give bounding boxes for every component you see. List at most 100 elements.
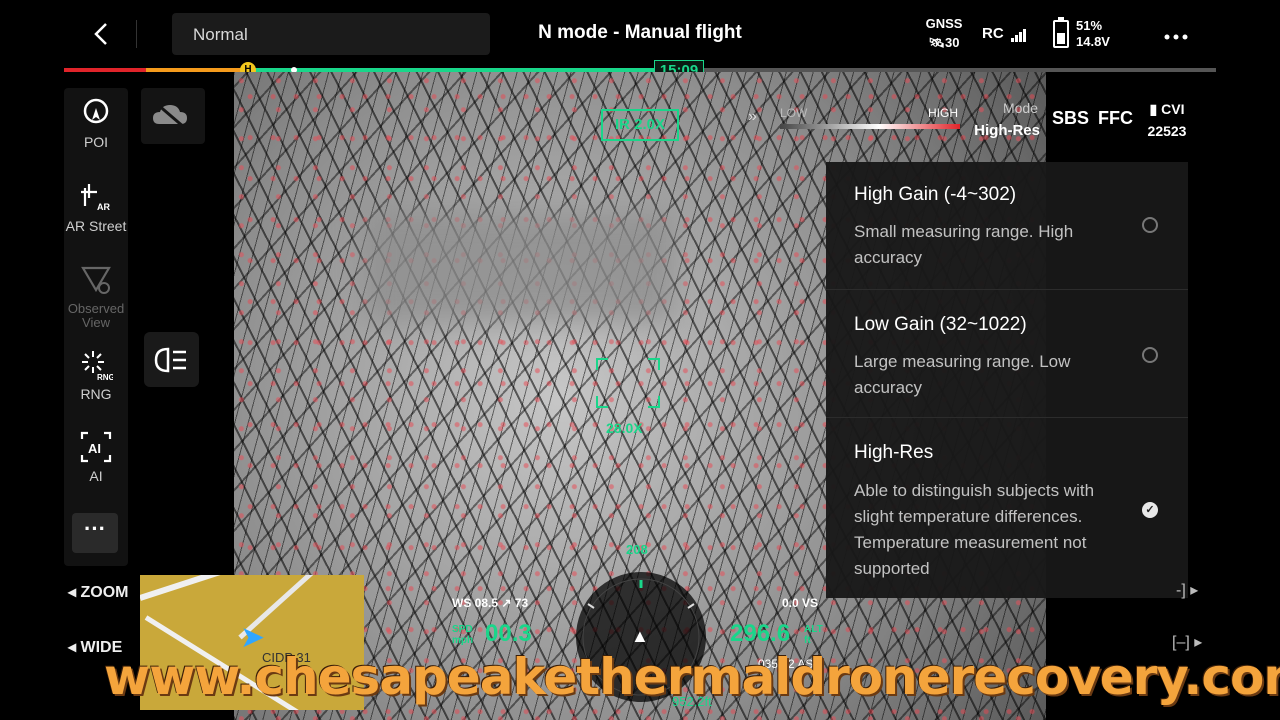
- cloud-off-icon: [153, 102, 187, 130]
- expand-right-button[interactable]: -] ▸: [1176, 580, 1198, 600]
- sbs-button[interactable]: SBS: [1052, 108, 1089, 129]
- speed-unit-top: SPD: [452, 624, 473, 635]
- sidebar-item-label: AI: [89, 468, 103, 484]
- wind-speed: WS 08.5 ↗ 73: [452, 596, 528, 610]
- ffc-button[interactable]: FFC: [1098, 108, 1133, 129]
- battery-status: 51% 14.8V: [1076, 18, 1110, 50]
- battery-icon[interactable]: [1053, 17, 1069, 48]
- more-icon: [1164, 34, 1188, 40]
- blurred-region: [364, 212, 674, 322]
- top-bar: Normal N mode - Manual flight GNSS 🛰30 R…: [0, 0, 1280, 68]
- gnss-count: 30: [945, 35, 960, 50]
- svg-text:RNG: RNG: [97, 373, 113, 382]
- speed-unit-bottom: mph: [452, 635, 474, 646]
- sidebar-more-button[interactable]: ···: [72, 513, 118, 553]
- battery-fill: [1057, 32, 1065, 44]
- back-button[interactable]: [86, 18, 116, 50]
- zoom-label: ZOOM: [80, 584, 129, 601]
- sidebar-item-observed-view[interactable]: Observed View: [64, 264, 128, 330]
- cvi-label-row: ▮ CVI: [1142, 98, 1192, 120]
- sidebar-item-ar-street[interactable]: AR AR Street: [64, 180, 128, 234]
- gain-option-title: Low Gain (32~1022): [854, 314, 1027, 335]
- timeline-red-segment: [64, 68, 146, 72]
- radio-unselected[interactable]: [1142, 217, 1158, 233]
- ir-zoom-indicator[interactable]: IR 2.0X: [601, 109, 679, 141]
- gain-option-description: Able to distinguish subjects with slight…: [854, 481, 1095, 578]
- svg-text:AR: AR: [97, 202, 110, 212]
- horizontal-speed: 00.3: [485, 620, 532, 647]
- wind-direction: 73: [514, 596, 529, 610]
- gnss-label: GNSS: [925, 16, 963, 31]
- rng-icon: RNG: [79, 348, 115, 382]
- cvi-indicator[interactable]: ▮ CVI 22523: [1142, 98, 1192, 142]
- flight-mode-title: N mode - Manual flight: [538, 22, 742, 43]
- vertical-speed: 0.0 VS: [782, 596, 819, 610]
- satellite-icon: 🛰: [928, 35, 946, 50]
- thermal-palette-strip[interactable]: » LOW HIGH Mode High-Res: [748, 100, 1044, 150]
- wind-arrow-icon: ↗: [501, 596, 512, 610]
- palette-high-label: HIGH: [928, 106, 958, 120]
- gnss-count-row: 🛰30: [924, 33, 964, 52]
- zoom-view-button[interactable]: ◂ ZOOM: [68, 582, 128, 602]
- battery-voltage: 14.8V: [1076, 34, 1110, 49]
- gain-mode-dropdown: High Gain (-4~302) Small measuring range…: [826, 162, 1188, 598]
- gain-option-high-res[interactable]: High-Res Able to distinguish subjects wi…: [826, 418, 1188, 598]
- svg-text:AI: AI: [88, 441, 101, 456]
- caret-left-icon: ◂: [68, 639, 81, 656]
- chevron-left-icon: [94, 23, 107, 45]
- watermark-text: www.chesapeakethermaldronerecovery.com: [104, 648, 1280, 706]
- observed-view-icon: [79, 264, 113, 298]
- crosshair-corner: [596, 358, 608, 370]
- sidebar-item-rng[interactable]: RNG RNG: [64, 348, 128, 402]
- signal-bars-icon: [1010, 25, 1027, 42]
- radio-selected-check-icon[interactable]: ✓: [1142, 502, 1158, 518]
- gain-option-description: Large measuring range. Low accuracy: [854, 352, 1071, 397]
- gain-option-title: High-Res: [854, 442, 934, 463]
- map-road: [140, 575, 284, 601]
- radio-unselected[interactable]: [1142, 347, 1158, 363]
- heading-readout: 208: [626, 542, 648, 557]
- sidebar-item-label: POI: [83, 134, 109, 150]
- sidebar-item-label: Observed View: [67, 301, 125, 330]
- gain-option-description: Small measuring range. High accuracy: [854, 222, 1074, 267]
- top-divider: [136, 20, 137, 48]
- crosshair-corner: [648, 358, 660, 370]
- rc-label: RC: [982, 25, 1004, 42]
- rc-signal[interactable]: RC: [982, 25, 1027, 42]
- sidebar-item-label: RNG: [80, 386, 112, 402]
- altitude-unit-bottom: ft: [804, 635, 811, 646]
- battery-percent: 51%: [1076, 18, 1103, 33]
- altitude-unit-top: ALT: [804, 624, 823, 635]
- ar-street-icon: AR: [79, 180, 113, 214]
- palette-gradient-bar: [780, 124, 960, 129]
- crosshair-corner: [596, 396, 608, 408]
- gain-mode-value[interactable]: High-Res: [954, 122, 1040, 139]
- altitude-unit: ALT ft: [804, 624, 823, 646]
- speed-unit: SPD mph: [452, 624, 473, 646]
- sidebar-item-ai[interactable]: AI AI: [64, 430, 128, 484]
- poi-icon: [79, 96, 113, 130]
- cvi-label: CVI: [1161, 101, 1185, 117]
- camera-mode-select[interactable]: Normal: [172, 13, 490, 55]
- palette-low-label: LOW: [780, 106, 808, 120]
- gain-option-high-gain[interactable]: High Gain (-4~302) Small measuring range…: [826, 162, 1188, 290]
- gain-option-low-gain[interactable]: Low Gain (32~1022) Large measuring range…: [826, 290, 1188, 418]
- altitude: 296.6: [730, 620, 791, 647]
- spotlight-button[interactable]: [144, 332, 199, 387]
- timeline-orange-segment: [146, 68, 246, 72]
- light-beam-icon: [154, 347, 186, 372]
- caret-left-icon: ◂: [68, 584, 81, 601]
- sd-card-icon: ▮: [1149, 101, 1158, 117]
- zoom-crosshair: [596, 358, 660, 408]
- crosshair-corner: [648, 396, 660, 408]
- more-options-button[interactable]: [1164, 20, 1188, 48]
- double-chevron-icon[interactable]: »: [748, 108, 757, 126]
- cloud-toggle-button[interactable]: [141, 88, 205, 144]
- gnss-status[interactable]: GNSS 🛰30: [924, 14, 964, 52]
- gain-option-title: High Gain (-4~302): [854, 184, 1017, 205]
- wind-speed-value: WS 08.5: [452, 596, 499, 610]
- crosshair-zoom-label: 28.0X: [606, 420, 643, 436]
- sidebar-item-poi[interactable]: POI: [64, 96, 128, 150]
- ai-icon: AI: [79, 430, 113, 464]
- gain-mode-label: Mode: [1002, 100, 1038, 116]
